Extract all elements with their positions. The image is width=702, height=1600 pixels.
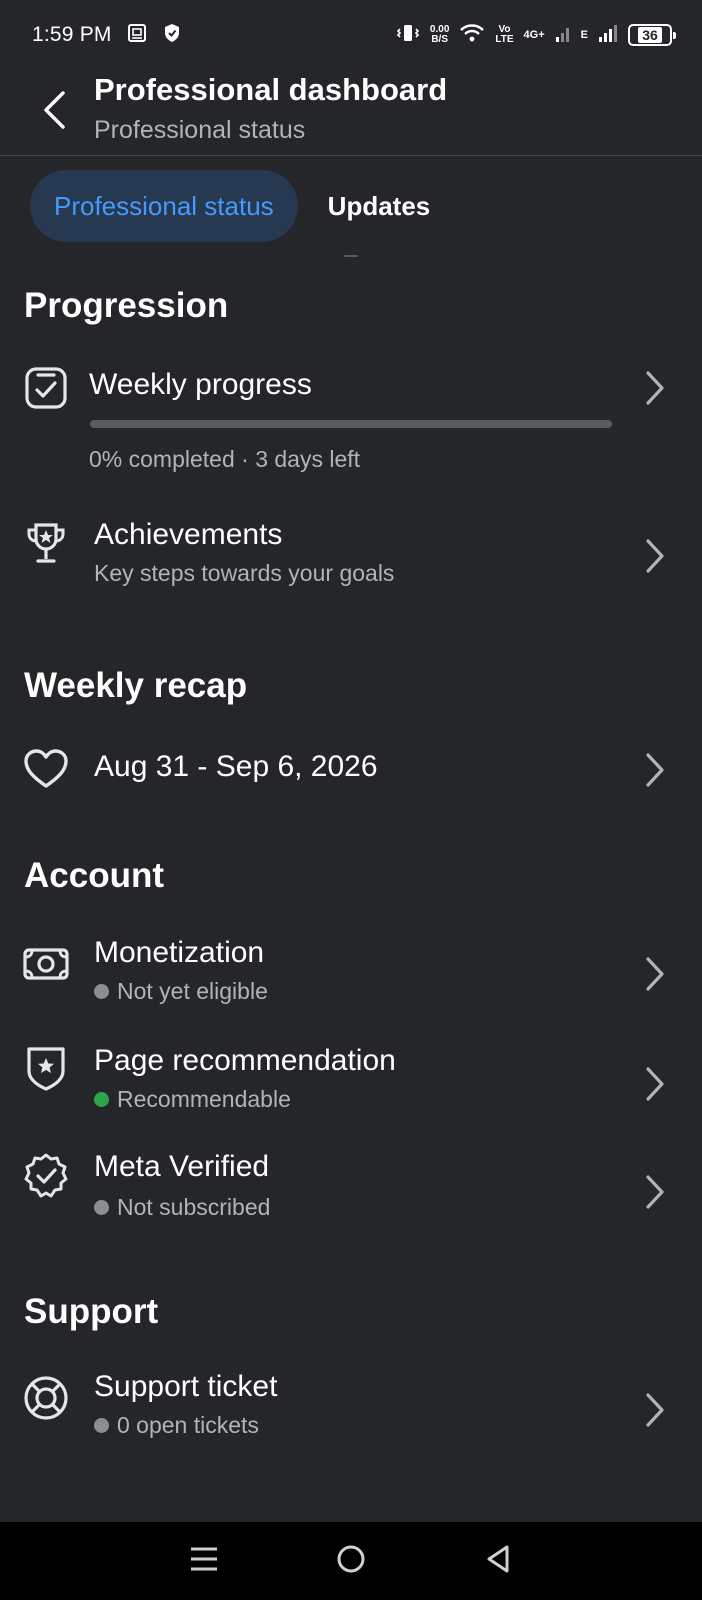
volte-indicator: Vo LTE — [495, 25, 513, 45]
page-recommendation-title: Page recommendation — [94, 1044, 396, 1077]
support-ticket-row[interactable]: Support ticket 0 open tickets — [0, 1368, 702, 1458]
network-4g-label: 4G+ — [523, 29, 545, 41]
battery-level: 36 — [638, 27, 662, 43]
meta-verified-row[interactable]: Meta Verified Not subscribed — [0, 1150, 702, 1240]
back-arrow-icon — [41, 90, 67, 135]
monetization-status: Not yet eligible — [94, 978, 268, 1005]
clipboard-check-icon — [22, 364, 70, 412]
chevron-right-icon — [640, 1172, 670, 1212]
section-title-progression: Progression — [24, 286, 229, 325]
network-e-label: E — [580, 29, 588, 41]
network-speed: 0.00 B/S — [430, 25, 449, 45]
trophy-icon — [22, 520, 70, 568]
shield-star-icon — [22, 1044, 70, 1092]
heart-icon — [22, 745, 70, 793]
back-triangle-icon — [485, 1544, 511, 1579]
tab-scroll-indicator — [344, 255, 358, 257]
chevron-right-icon — [640, 750, 670, 790]
chevron-right-icon — [640, 1390, 670, 1430]
app-header: Professional dashboard Professional stat… — [0, 70, 702, 156]
weekly-progress-title: Weekly progress — [89, 368, 312, 401]
tab-professional-status[interactable]: Professional status — [30, 170, 298, 242]
monetization-row[interactable]: Monetization Not yet eligible — [0, 930, 702, 1020]
status-time: 1:59 PM — [32, 23, 112, 46]
status-dot — [94, 1200, 109, 1215]
meta-verified-title: Meta Verified — [94, 1150, 270, 1183]
page-subtitle: Professional status — [94, 116, 306, 144]
screenshot-icon — [126, 22, 148, 49]
status-dot — [94, 1418, 109, 1433]
page-title: Professional dashboard — [94, 72, 448, 107]
system-navigation-bar — [0, 1522, 702, 1600]
tab-updates[interactable]: Updates — [304, 170, 455, 242]
support-ticket-status-text: 0 open tickets — [117, 1412, 259, 1438]
status-bar-right: 0.00 B/S Vo LTE 4G+ E 36 — [396, 22, 676, 49]
chevron-right-icon — [640, 1064, 670, 1104]
support-ticket-status: 0 open tickets — [94, 1412, 259, 1439]
weekly-progress-bar — [90, 420, 612, 428]
tab-bar: Professional status Updates — [30, 170, 454, 242]
status-bar: 1:59 PM 0.00 B/S Vo LTE 4G+ E 36 — [0, 0, 702, 70]
home-button[interactable] — [321, 1531, 381, 1591]
vibrate-icon — [396, 22, 420, 49]
recent-apps-button[interactable] — [174, 1531, 234, 1591]
achievements-title: Achievements — [94, 518, 283, 551]
lifebuoy-icon — [22, 1374, 70, 1422]
weekly-recap-date-range: Aug 31 - Sep 6, 2026 — [94, 750, 378, 783]
status-dot — [94, 984, 109, 999]
section-title-weekly-recap: Weekly recap — [24, 666, 248, 705]
status-dot — [94, 1092, 109, 1107]
battery-icon: 36 — [628, 24, 676, 46]
page-recommendation-row[interactable]: Page recommendation Recommendable — [0, 1040, 702, 1130]
volte-bottom: LTE — [495, 34, 514, 45]
network-speed-unit: B/S — [431, 34, 448, 45]
monetization-status-text: Not yet eligible — [117, 978, 268, 1004]
weekly-progress-row[interactable]: Weekly progress 0% completed · 3 days le… — [0, 356, 702, 486]
achievements-subtitle: Key steps towards your goals — [94, 560, 395, 586]
meta-verified-status: Not subscribed — [94, 1194, 270, 1221]
wifi-icon — [459, 22, 485, 49]
section-title-support: Support — [24, 1292, 159, 1331]
back-nav-button[interactable] — [468, 1531, 528, 1591]
chevron-right-icon — [640, 368, 670, 408]
back-button[interactable] — [34, 90, 74, 135]
achievements-row[interactable]: Achievements Key steps towards your goal… — [0, 512, 702, 602]
signal-icon-2 — [598, 23, 618, 48]
home-circle-icon — [336, 1544, 366, 1579]
support-ticket-title: Support ticket — [94, 1370, 278, 1403]
monetization-title: Monetization — [94, 936, 265, 969]
signal-icon-1 — [555, 23, 571, 48]
shield-icon — [162, 22, 182, 49]
banknote-icon — [22, 940, 70, 988]
section-title-account: Account — [24, 856, 164, 895]
meta-verified-status-text: Not subscribed — [117, 1194, 271, 1220]
menu-lines-icon — [189, 1546, 219, 1577]
weekly-progress-status: 0% completed · 3 days left — [89, 446, 361, 472]
professional-dashboard-screen: 1:59 PM 0.00 B/S Vo LTE 4G+ E 36 Profess… — [0, 0, 702, 1600]
status-bar-left: 1:59 PM — [32, 22, 182, 49]
page-recommendation-status-text: Recommendable — [117, 1086, 291, 1112]
weekly-recap-row[interactable]: Aug 31 - Sep 6, 2026 — [0, 740, 702, 800]
chevron-right-icon — [640, 536, 670, 576]
verified-badge-icon — [22, 1152, 70, 1200]
page-recommendation-status: Recommendable — [94, 1086, 291, 1113]
chevron-right-icon — [640, 954, 670, 994]
